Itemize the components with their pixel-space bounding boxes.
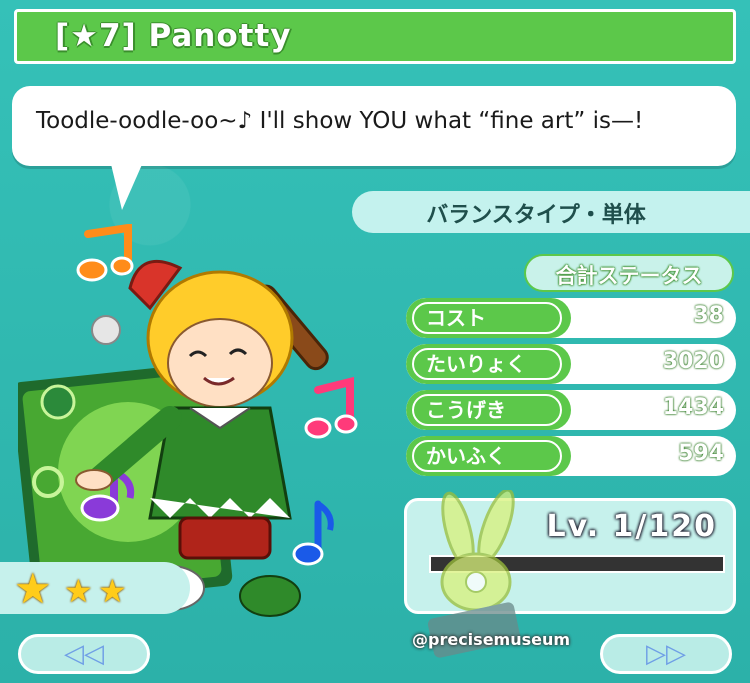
- speech-bubble: Toodle-oodle-oo~♪ I'll show YOU what “fi…: [12, 86, 736, 166]
- watermark: @precisemuseum: [412, 630, 571, 649]
- speech-text: Toodle-oodle-oo~♪ I'll show YOU what “fi…: [36, 108, 644, 134]
- stat-row-recovery: かいふく 594: [406, 436, 736, 476]
- type-banner: バランスタイプ・単体: [352, 191, 750, 233]
- star-icon: ★: [64, 572, 93, 610]
- total-status-button[interactable]: 合計ステータス: [524, 254, 734, 292]
- speech-bubble-tail: [110, 160, 144, 210]
- stat-row-cost: コスト 38: [406, 298, 736, 338]
- stat-value: 38: [693, 303, 724, 328]
- next-button[interactable]: ▷▷: [600, 634, 732, 674]
- star-icon: ★: [98, 572, 127, 610]
- double-right-arrow-icon: ▷▷: [646, 639, 686, 669]
- total-status-label: 合計ステータス: [555, 264, 703, 288]
- stat-label: こうげき: [412, 394, 562, 426]
- star-icon: ★: [14, 564, 52, 613]
- level-text: Lv. 1/120: [546, 509, 717, 544]
- rarity-stars: ★ ★ ★: [0, 562, 190, 614]
- type-label: バランスタイプ・単体: [426, 203, 646, 228]
- double-left-arrow-icon: ◁◁: [64, 639, 104, 669]
- stat-row-hp: たいりょく 3020: [406, 344, 736, 384]
- stat-value: 3020: [662, 349, 724, 374]
- prev-button[interactable]: ◁◁: [18, 634, 150, 674]
- title-bar: [★7] Panotty: [14, 9, 736, 64]
- stat-label: たいりょく: [412, 348, 562, 380]
- stat-label: コスト: [412, 302, 562, 334]
- stat-row-attack: こうげき 1434: [406, 390, 736, 430]
- card-title: [★7] Panotty: [55, 18, 292, 54]
- stat-value: 594: [678, 441, 724, 466]
- stat-label: かいふく: [412, 440, 562, 472]
- stat-value: 1434: [662, 395, 724, 420]
